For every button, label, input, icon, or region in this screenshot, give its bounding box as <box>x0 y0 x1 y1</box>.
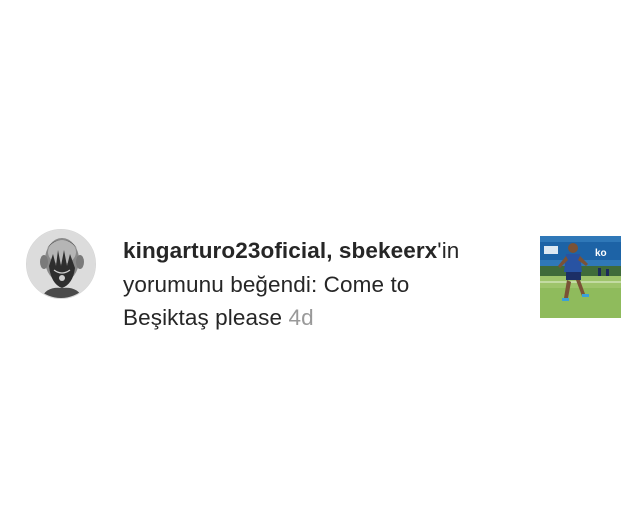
message-line-2: yorumunu beğendi: Come to <box>123 271 410 297</box>
message-line-3: Beşiktaş please <box>123 305 283 330</box>
user-avatar[interactable] <box>26 229 96 299</box>
timestamp: 4d <box>288 305 314 330</box>
avatar-portrait-icon <box>27 230 95 298</box>
possessive-suffix: 'in <box>437 238 460 263</box>
notification-text: kingarturo23oficial, sbekeerx'in yorumun… <box>123 234 518 335</box>
username-separator: , <box>326 238 339 263</box>
post-thumbnail[interactable]: ko <box>540 236 621 318</box>
username-link-2[interactable]: sbekeerx <box>339 238 437 263</box>
banner-text: ko <box>595 248 607 259</box>
notification-row[interactable]: kingarturo23oficial, sbekeerx'in yorumun… <box>0 222 640 332</box>
post-photo-icon: ko <box>540 236 621 318</box>
username-link-1[interactable]: kingarturo23oficial <box>123 238 326 263</box>
